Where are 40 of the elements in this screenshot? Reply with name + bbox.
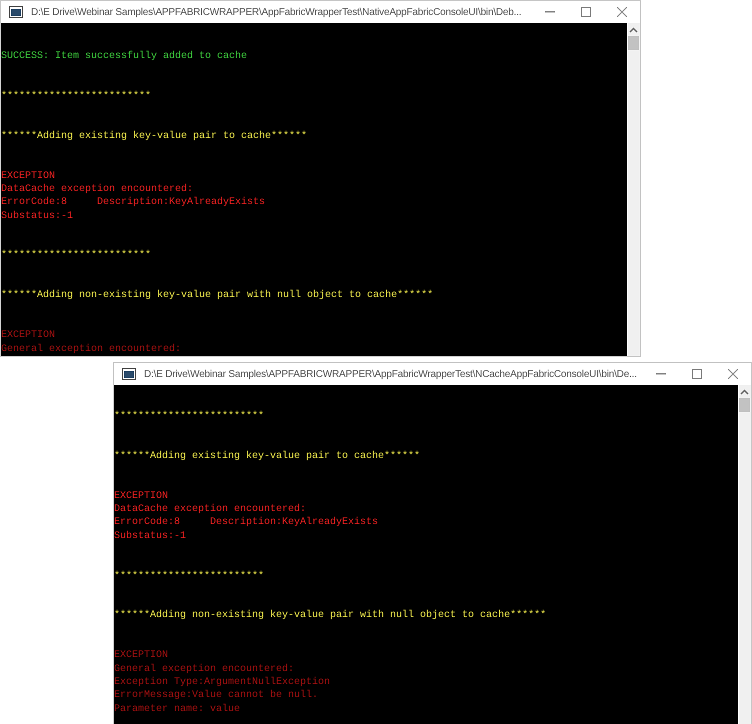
console-app-icon	[9, 6, 23, 18]
console-line: Substatus:-1	[114, 530, 186, 543]
console-line: ******Adding non-existing key-value pair with null object to cache******	[1, 289, 434, 303]
console-line: Parameter name: value	[114, 702, 240, 716]
console-line: EXCEPTION	[1, 329, 56, 343]
console-line: *************************	[114, 410, 264, 424]
console-app-icon	[122, 368, 136, 380]
scrollbar[interactable]	[738, 385, 751, 724]
close-icon	[728, 369, 738, 379]
scrollbar[interactable]	[627, 23, 640, 356]
console-line: EXCEPTION	[114, 649, 168, 663]
console-line: ErrorCode:8 Description:KeyAlreadyExists	[114, 516, 378, 530]
console-line: *************************	[1, 90, 152, 104]
console-line: ******Adding existing key-value pair to cache******	[114, 450, 420, 464]
console-line: EXCEPTION	[114, 490, 168, 504]
console-line: ******Adding existing key-value pair to cache******	[1, 130, 308, 144]
console-line: *************************	[114, 570, 264, 583]
scroll-up-icon[interactable]	[629, 27, 638, 33]
console-line: General exception encountered:	[114, 662, 294, 676]
console-line: ErrorMessage:Value cannot be null.	[114, 689, 318, 703]
window-title: D:\E Drive\Webinar Samples\APPFABRICWRAPPER\AppFabricWrapperTest\NativeAppFabricConsoleUI\bin\Deb...	[31, 6, 522, 20]
scrollbar-thumb[interactable]	[739, 398, 750, 412]
close-icon	[617, 7, 627, 17]
console-line: ErrorCode:8 Description:KeyAlreadyExists	[1, 196, 266, 210]
minimize-icon	[656, 373, 666, 375]
console-line: Substatus:-1	[1, 210, 74, 223]
scrollbar-thumb[interactable]	[628, 36, 639, 50]
console-line: *************************	[1, 249, 152, 263]
window-title: D:\E Drive\Webinar Samples\APPFABRICWRAPPER\AppFabricWrapperTest\NCacheAppFabricConsoleUI\bin\De...	[144, 368, 637, 382]
console-line: ******Adding non-existing key-value pair with null object to cache******	[114, 609, 546, 623]
maximize-icon	[692, 369, 702, 379]
console-line: SUCCESS: Item successfully added to cache	[1, 50, 248, 64]
scroll-up-icon[interactable]	[740, 389, 749, 395]
console-line: DataCache exception encountered:	[114, 503, 306, 516]
console-line: EXCEPTION	[1, 170, 56, 183]
console-line: Exception Type:ArgumentNullException	[114, 676, 330, 690]
minimize-icon	[545, 11, 555, 13]
maximize-icon	[581, 7, 591, 17]
console-line: DataCache exception encountered:	[1, 182, 194, 196]
console-line: General exception encountered:	[1, 342, 182, 356]
